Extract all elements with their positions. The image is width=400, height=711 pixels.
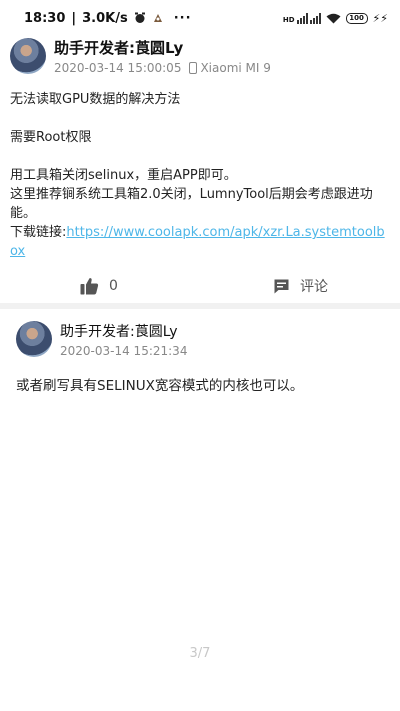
thumbs-up-icon	[80, 278, 99, 295]
author-name[interactable]: 助手开发者:莨圆Ly	[54, 37, 271, 58]
post-date: 2020-03-14 15:00:05	[54, 61, 182, 75]
phone-icon	[189, 62, 198, 74]
post-line: 需要Root权限	[10, 130, 92, 145]
wifi-icon	[326, 13, 341, 23]
reply-author-row: 助手开发者:莨圆Ly 2020-03-14 15:21:34	[16, 316, 384, 362]
comment-label: 评论	[300, 279, 328, 295]
post-body: 无法读取GPU数据的解决方法 需要Root权限 用工具箱关闭selinux，重启…	[10, 90, 390, 261]
avatar[interactable]	[16, 321, 52, 357]
reply-author-name[interactable]: 助手开发者:莨圆Ly	[60, 321, 187, 341]
post-author-row: 助手开发者:莨圆Ly 2020-03-14 15:00:05 Xiaomi MI…	[10, 30, 390, 82]
post-line: 用工具箱关闭selinux，重启APP即可。	[10, 168, 237, 183]
net-speed: 3.0K/s	[82, 10, 128, 26]
comment-button[interactable]: 评论	[273, 276, 328, 296]
post-line: 无法读取GPU数据的解决方法	[10, 92, 181, 107]
battery-icon: 100	[345, 12, 368, 24]
page-indicator: 3/7	[189, 646, 211, 661]
alarm-icon	[134, 12, 145, 23]
like-count: 0	[109, 278, 118, 294]
download-link[interactable]: https://www.coolapk.com/apk/xzr.La.syste…	[10, 225, 385, 259]
post-card: 助手开发者:莨圆Ly 2020-03-14 15:00:05 Xiaomi MI…	[0, 30, 400, 305]
post-actions: 0 评论	[0, 270, 400, 302]
charging-icon: ⚡⚡	[372, 11, 388, 25]
device-label: Xiaomi MI 9	[189, 61, 271, 75]
more-notifications-icon: ···	[173, 10, 192, 26]
status-time: 18:30	[24, 10, 66, 26]
like-button[interactable]: 0	[80, 277, 118, 295]
reply-date: 2020-03-14 15:21:34	[60, 343, 188, 358]
post-line: 这里推荐锏系统工具箱2.0关闭，LumnyTool后期会考虑跟进功能。	[10, 187, 373, 221]
download-line: 下载链接:https://www.coolapk.com/apk/xzr.La.…	[10, 225, 385, 259]
comment-icon	[274, 279, 289, 293]
reply-body: 或者刷写具有SELINUX宽容模式的内核也可以。	[16, 378, 304, 394]
section-divider	[0, 303, 400, 309]
reply-card: 助手开发者:莨圆Ly 2020-03-14 15:21:34 或者刷写具有SEL…	[0, 316, 400, 396]
avatar[interactable]	[10, 38, 46, 74]
cell-signal-icon: HD	[283, 12, 321, 24]
app-notification-icon	[153, 14, 162, 22]
